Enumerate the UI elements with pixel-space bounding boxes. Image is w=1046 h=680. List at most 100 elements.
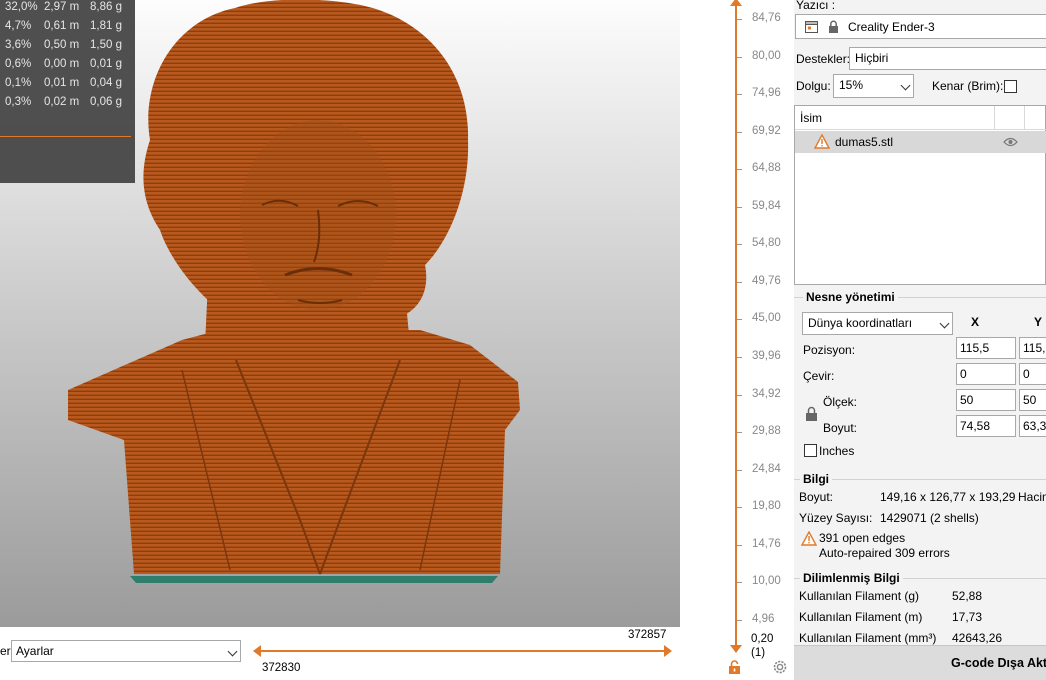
- height-tick-mark: [737, 582, 742, 584]
- size-y-input[interactable]: 63,3: [1019, 415, 1046, 437]
- position-y-value: 115,: [1023, 341, 1046, 355]
- size-label: Boyut:: [823, 421, 858, 435]
- printer-select[interactable]: Creality Ender-3: [795, 14, 1046, 39]
- vertical-slider-track[interactable]: [735, 0, 737, 645]
- stat-weight: 1,50 g: [90, 39, 122, 51]
- stats-row: 3,6% 0,50 m 1,50 g: [0, 39, 135, 57]
- 3d-viewport[interactable]: 32,0% 2,97 m 8,86 g 4,7% 0,61 m 1,81 g 3…: [0, 0, 680, 627]
- facets-value: 1429071 (2 shells): [880, 511, 979, 525]
- height-tick-label: 45,00: [752, 312, 781, 325]
- export-gcode-button[interactable]: G-code Dışa Aktar: [794, 645, 1046, 680]
- brim-checkbox[interactable]: [1004, 80, 1017, 93]
- stat-percent: 0,3%: [5, 96, 32, 108]
- layer-start-value: 372830: [262, 662, 301, 674]
- filament-stats-overlay: 32,0% 2,97 m 8,86 g 4,7% 0,61 m 1,81 g 3…: [0, 0, 135, 183]
- view-settings-select[interactable]: Ayarlar: [11, 640, 241, 662]
- lock-icon[interactable]: [805, 406, 818, 422]
- stat-weight: 8,86 g: [90, 1, 122, 13]
- height-tick-mark: [737, 206, 742, 208]
- warning-icon: [801, 531, 817, 546]
- lock-icon[interactable]: [728, 660, 741, 674]
- eye-icon[interactable]: [1003, 137, 1018, 147]
- height-tick-mark: [737, 169, 742, 171]
- filament-m-value: 17,73: [952, 610, 983, 624]
- height-tick-mark: [737, 469, 742, 471]
- height-tick-mark: [737, 356, 742, 358]
- height-tick-mark: [737, 319, 742, 321]
- supports-label: Destekler:: [796, 52, 851, 66]
- stat-percent: 4,7%: [5, 20, 32, 32]
- height-tick-mark: [737, 619, 742, 621]
- slider-bottom-handle-icon[interactable]: [730, 645, 742, 653]
- size-x-input[interactable]: 74,58: [956, 415, 1016, 437]
- stat-percent: 0,1%: [5, 77, 32, 89]
- stats-row: 0,6% 0,00 m 0,01 g: [0, 58, 135, 76]
- infill-select[interactable]: 15%: [833, 74, 914, 98]
- object-manipulation-title: Nesne yönetimi: [803, 290, 898, 304]
- right-sidebar: Yazıcı : Creality Ender-3 Destekler: Hiç…: [794, 0, 1046, 680]
- printer-label: Yazıcı :: [796, 0, 836, 12]
- size-y-value: 63,3: [1023, 419, 1046, 433]
- stat-length: 0,50 m: [44, 39, 80, 51]
- height-tick-label: 59,84: [752, 199, 781, 212]
- column-x-label: X: [971, 315, 980, 329]
- stats-row: 4,7% 0,61 m 1,81 g: [0, 20, 135, 38]
- scale-y-input[interactable]: 50: [1019, 389, 1046, 411]
- slider-left-handle-icon[interactable]: [253, 645, 261, 657]
- position-y-input[interactable]: 115,: [1019, 337, 1046, 359]
- coordinate-system-value: Dünya koordinatları: [808, 316, 913, 330]
- position-x-input[interactable]: 115,5: [956, 337, 1016, 359]
- column-divider: [1024, 106, 1025, 130]
- slider-right-handle-icon[interactable]: [664, 645, 672, 657]
- slider-top-handle-icon[interactable]: [730, 0, 742, 6]
- supports-select[interactable]: Hiçbiri: [849, 47, 1046, 70]
- horizontal-layer-slider[interactable]: [258, 650, 670, 652]
- position-label: Pozisyon:: [803, 343, 856, 357]
- current-height: 0,20 (1): [751, 632, 773, 660]
- scale-label: Ölçek:: [823, 395, 858, 409]
- info-title: Bilgi: [800, 472, 832, 486]
- facets-label: Yüzey Sayısı:: [799, 511, 873, 525]
- auto-repair-warning: Auto-repaired 309 errors: [819, 546, 950, 560]
- height-tick-label: 10,00: [752, 575, 781, 588]
- height-tick-mark: [737, 244, 742, 246]
- info-size-value: 149,16 x 126,77 x 193,29: [880, 490, 1016, 504]
- stat-length: 0,01 m: [44, 77, 80, 89]
- inches-checkbox[interactable]: [804, 444, 817, 457]
- stat-weight: 1,81 g: [90, 20, 122, 32]
- object-name: dumas5.stl: [835, 135, 894, 149]
- stat-percent: 32,0%: [5, 1, 38, 13]
- height-tick-mark: [737, 544, 742, 546]
- stat-weight: 0,01 g: [90, 58, 122, 70]
- height-tick-label: 14,76: [752, 537, 781, 550]
- stats-divider: [0, 136, 131, 137]
- rotate-x-input[interactable]: 0: [956, 363, 1016, 385]
- rotate-y-input[interactable]: 0: [1019, 363, 1046, 385]
- scale-x-input[interactable]: 50: [956, 389, 1016, 411]
- filament-mm3-value: 42643,26: [952, 631, 1003, 645]
- stat-percent: 0,6%: [5, 58, 32, 70]
- column-divider: [994, 106, 995, 130]
- height-tick-mark: [737, 94, 742, 96]
- height-tick-label: 84,76: [752, 12, 781, 24]
- rotate-x-value: 0: [960, 367, 967, 381]
- height-tick-label: 80,00: [752, 49, 781, 62]
- vertical-height-slider[interactable]: 84,76 80,00 74,96 69,92 64,88 59,84 54,80 49,76…: [725, 0, 794, 680]
- height-tick-label: 29,88: [752, 425, 781, 438]
- rotate-y-value: 0: [1023, 367, 1030, 381]
- infill-label: Dolgu:: [796, 79, 831, 93]
- object-row[interactable]: dumas5.stl: [795, 131, 1046, 153]
- object-list[interactable]: İsim dumas5.stl: [794, 105, 1046, 285]
- column-name-header[interactable]: İsim: [800, 111, 822, 125]
- sliced-info-title: Dilimlenmiş Bilgi: [800, 571, 903, 585]
- filament-g-value: 52,88: [952, 589, 983, 603]
- rotate-label: Çevir:: [803, 369, 835, 383]
- current-layer-number: (1): [751, 647, 766, 659]
- printer-icon: [805, 21, 818, 33]
- coordinate-system-select[interactable]: Dünya koordinatları: [802, 312, 953, 335]
- gear-icon[interactable]: [772, 659, 788, 675]
- printer-value: Creality Ender-3: [848, 20, 935, 34]
- scale-y-value: 50: [1023, 393, 1037, 407]
- height-tick-mark: [737, 507, 742, 509]
- supports-value: Hiçbiri: [855, 51, 889, 65]
